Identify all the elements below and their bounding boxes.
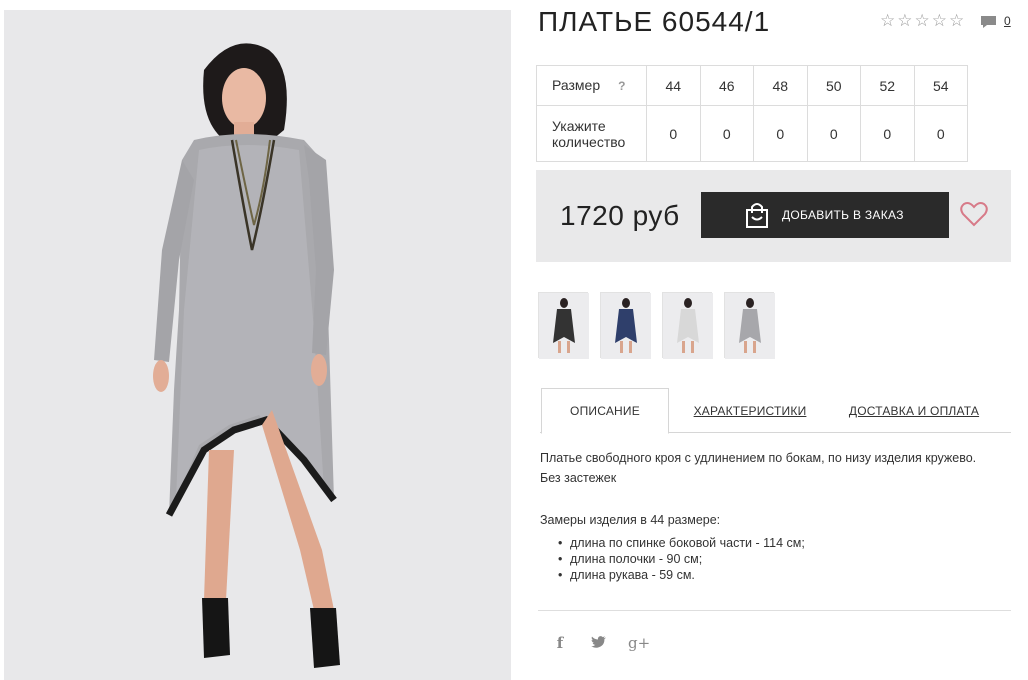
quantity-input[interactable]: 0 — [860, 105, 915, 162]
comments-count-link[interactable]: 0 — [1004, 14, 1011, 28]
product-main-image[interactable] — [4, 10, 511, 680]
quantity-input[interactable]: 0 — [753, 105, 808, 162]
quantity-input[interactable]: 0 — [806, 105, 861, 162]
measures-list: длина по спинке боковой части - 114 см; … — [558, 535, 805, 583]
thumbnail-black-dress[interactable] — [538, 292, 589, 359]
quantity-input[interactable]: 0 — [913, 105, 968, 162]
size-cell: 44 — [646, 65, 701, 106]
product-thumbnails — [538, 292, 775, 359]
twitter-icon[interactable] — [590, 635, 606, 652]
product-info-tabs: ОПИСАНИЕ ХАРАКТЕРИСТИКИ ДОСТАВКА И ОПЛАТ… — [540, 388, 1011, 434]
product-price: 1720 руб — [560, 200, 680, 231]
thumbnail-grey-dress[interactable] — [724, 292, 775, 359]
thumbnail-blue-dress[interactable] — [600, 292, 651, 359]
shopping-bag-icon — [746, 203, 768, 228]
size-quantity-table: Размер? 44 46 48 50 52 54 Укажите количе… — [536, 65, 968, 162]
dress-model-illustration — [4, 10, 511, 680]
thumbnail-white-dress[interactable] — [662, 292, 713, 359]
measures-title: Замеры изделия в 44 размере: — [540, 513, 721, 527]
description-line: Платье свободного кроя с удлинением по б… — [540, 451, 977, 465]
list-item: длина рукава - 59 см. — [558, 567, 805, 583]
size-cell: 48 — [753, 65, 808, 106]
thumbnail-image — [663, 293, 713, 359]
star-icon[interactable]: ☆ — [949, 12, 964, 29]
quantity-input[interactable]: 0 — [646, 105, 701, 162]
rating-stars[interactable]: ☆ ☆ ☆ ☆ ☆ — [880, 12, 964, 29]
size-cell: 52 — [860, 65, 915, 106]
add-to-order-label: ДОБАВИТЬ В ЗАКАЗ — [782, 208, 904, 222]
list-item: длина по спинке боковой части - 114 см; — [558, 535, 805, 551]
comment-icon[interactable] — [980, 15, 997, 29]
star-icon[interactable]: ☆ — [897, 12, 912, 29]
tab-delivery-payment[interactable]: ДОСТАВКА И ОПЛАТА — [848, 388, 980, 433]
social-share: f g+ — [552, 634, 650, 652]
tab-characteristics[interactable]: ХАРАКТЕРИСТИКИ — [690, 388, 810, 433]
size-cell: 46 — [699, 65, 754, 106]
add-to-order-button[interactable]: ДОБАВИТЬ В ЗАКАЗ — [701, 192, 949, 238]
product-description: Платье свободного кроя с удлинением по б… — [540, 448, 1015, 488]
star-icon[interactable]: ☆ — [880, 12, 895, 29]
heart-icon[interactable] — [960, 201, 988, 227]
tab-description[interactable]: ОПИСАНИЕ — [541, 388, 669, 434]
google-plus-icon[interactable]: g+ — [628, 634, 650, 652]
star-icon[interactable]: ☆ — [932, 12, 947, 29]
divider — [538, 610, 1011, 611]
quantity-label-cell: Укажите количество — [536, 105, 647, 162]
size-cell: 54 — [913, 65, 968, 106]
description-line: Без застежек — [540, 471, 617, 485]
size-row: Размер? 44 46 48 50 52 54 — [536, 65, 968, 106]
size-cell: 50 — [806, 65, 861, 106]
question-icon[interactable]: ? — [618, 78, 625, 94]
quantity-row: Укажите количество 0 0 0 0 0 0 — [536, 105, 968, 162]
buy-box: 1720 руб ДОБАВИТЬ В ЗАКАЗ — [536, 170, 1011, 262]
size-label-cell: Размер? — [536, 65, 647, 106]
size-label: Размер — [552, 77, 601, 93]
quantity-label-line2: количество — [552, 133, 626, 150]
product-title: ПЛАТЬЕ 60544/1 — [538, 6, 771, 37]
list-item: длина полочки - 90 см; — [558, 551, 805, 567]
quantity-input[interactable]: 0 — [699, 105, 754, 162]
thumbnail-image — [601, 293, 651, 359]
facebook-icon[interactable]: f — [552, 634, 568, 652]
quantity-label-line1: Укажите — [552, 117, 606, 134]
thumbnail-image — [539, 293, 589, 359]
star-icon[interactable]: ☆ — [915, 12, 930, 29]
thumbnail-image — [725, 293, 775, 359]
